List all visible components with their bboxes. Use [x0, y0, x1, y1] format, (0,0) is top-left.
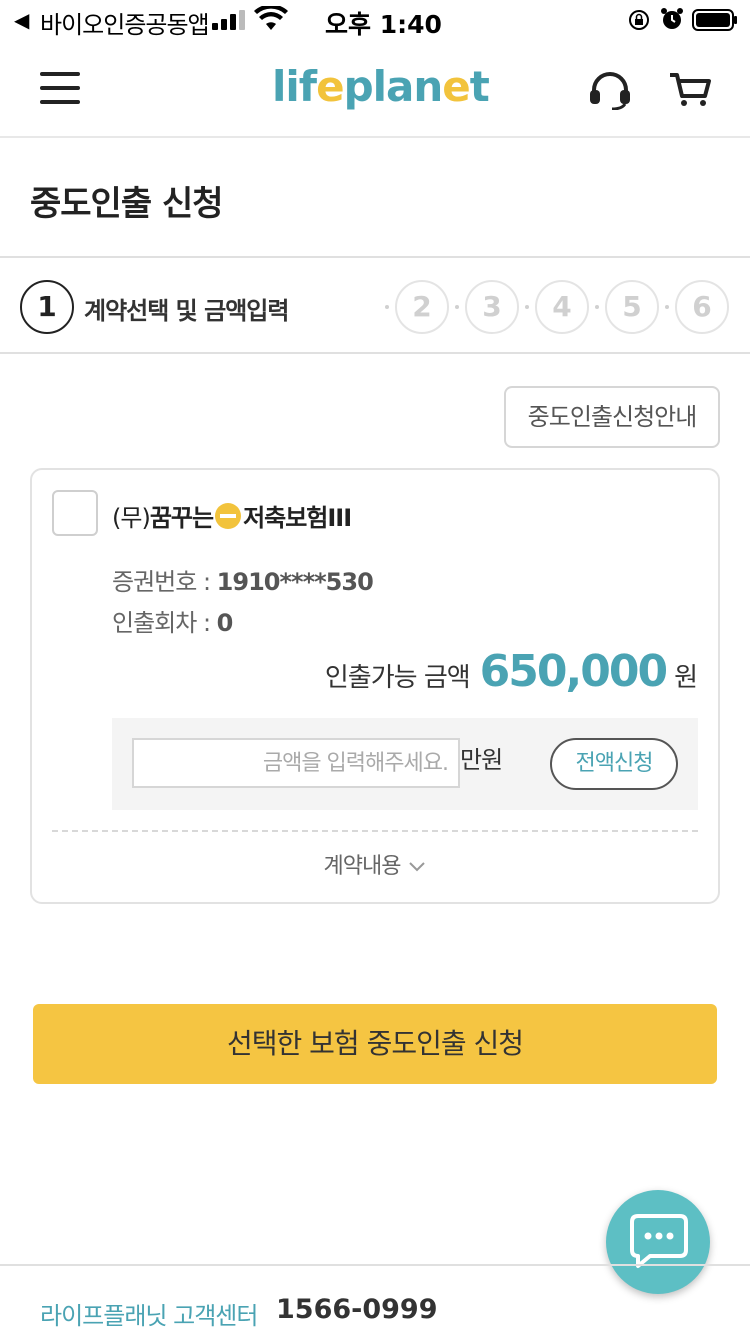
- step-dot: [525, 305, 529, 309]
- customer-center-phone[interactable]: 1566-0999: [276, 1294, 438, 1325]
- full-amount-button[interactable]: 전액신청: [550, 738, 678, 790]
- step-2: 2: [395, 280, 449, 334]
- amount-input[interactable]: [132, 738, 460, 788]
- step-6: 6: [675, 280, 729, 334]
- menu-icon[interactable]: [40, 72, 80, 104]
- step-dot: [385, 305, 389, 309]
- lifeplanet-logo[interactable]: lifeplanet: [272, 62, 490, 111]
- cart-icon[interactable]: [668, 72, 712, 108]
- customer-center-label: 라이프플래닛 고객센터: [40, 1302, 258, 1330]
- withdrawal-guide-button[interactable]: 중도인출신청안내: [504, 386, 720, 448]
- contract-details-label: 계약내용: [323, 854, 402, 879]
- page-title: 중도인출 신청: [30, 184, 224, 224]
- step-indicator: 1 계약선택 및 금액입력 2 3 4 5 6: [0, 258, 750, 354]
- wifi-icon: [254, 6, 288, 30]
- contract-select-checkbox[interactable]: [52, 490, 98, 536]
- app-header: lifeplanet: [0, 40, 750, 138]
- status-bar: ◀ 바이오인증공동앱 오후 1:40: [0, 0, 750, 40]
- step-1-label: 계약선택 및 금액입력: [84, 297, 289, 325]
- available-amount-value: 650,000: [479, 646, 668, 697]
- alarm-icon: [661, 8, 683, 29]
- footer-divider: [0, 1264, 750, 1266]
- amount-input-panel: 만원 전액신청: [112, 718, 698, 810]
- chat-button[interactable]: [606, 1190, 710, 1294]
- step-4: 4: [535, 280, 589, 334]
- step-dot: [455, 305, 459, 309]
- contract-card: (무)꿈꾸는 저축보험III 증권번호 : 1910****530 인출회차 : …: [30, 468, 720, 904]
- withdraw-count-row: 인출회차 : 0: [112, 609, 233, 637]
- step-3: 3: [465, 280, 519, 334]
- e-badge-icon: [215, 503, 242, 529]
- step-5: 5: [605, 280, 659, 334]
- contract-details-toggle[interactable]: 계약내용: [32, 848, 718, 880]
- headset-icon[interactable]: [588, 70, 632, 110]
- back-to-app-icon[interactable]: ◀: [14, 8, 29, 32]
- rotation-lock-icon: [629, 10, 649, 30]
- product-name: (무)꿈꾸는 저축보험III: [112, 503, 352, 532]
- available-amount-row: 인출가능 금액 650,000 원: [325, 646, 698, 697]
- step-dot: [665, 305, 669, 309]
- available-amount-label: 인출가능 금액: [324, 663, 471, 693]
- back-app-name[interactable]: 바이오인증공동앱: [40, 5, 210, 40]
- amount-unit-label: 만원: [460, 746, 503, 774]
- cellular-signal-icon: [212, 10, 245, 30]
- chat-bubble-icon: [630, 1214, 688, 1268]
- chevron-down-icon: [409, 862, 426, 872]
- submit-withdrawal-button[interactable]: 선택한 보험 중도인출 신청: [33, 1004, 717, 1084]
- policy-number-row: 증권번호 : 1910****530: [112, 568, 374, 596]
- battery-icon: [692, 9, 737, 31]
- dashed-divider: [52, 830, 698, 832]
- clock-time: 오후 1:40: [325, 10, 442, 39]
- step-1-active: 1: [20, 280, 74, 334]
- available-amount-unit: 원: [674, 663, 698, 693]
- step-dot: [595, 305, 599, 309]
